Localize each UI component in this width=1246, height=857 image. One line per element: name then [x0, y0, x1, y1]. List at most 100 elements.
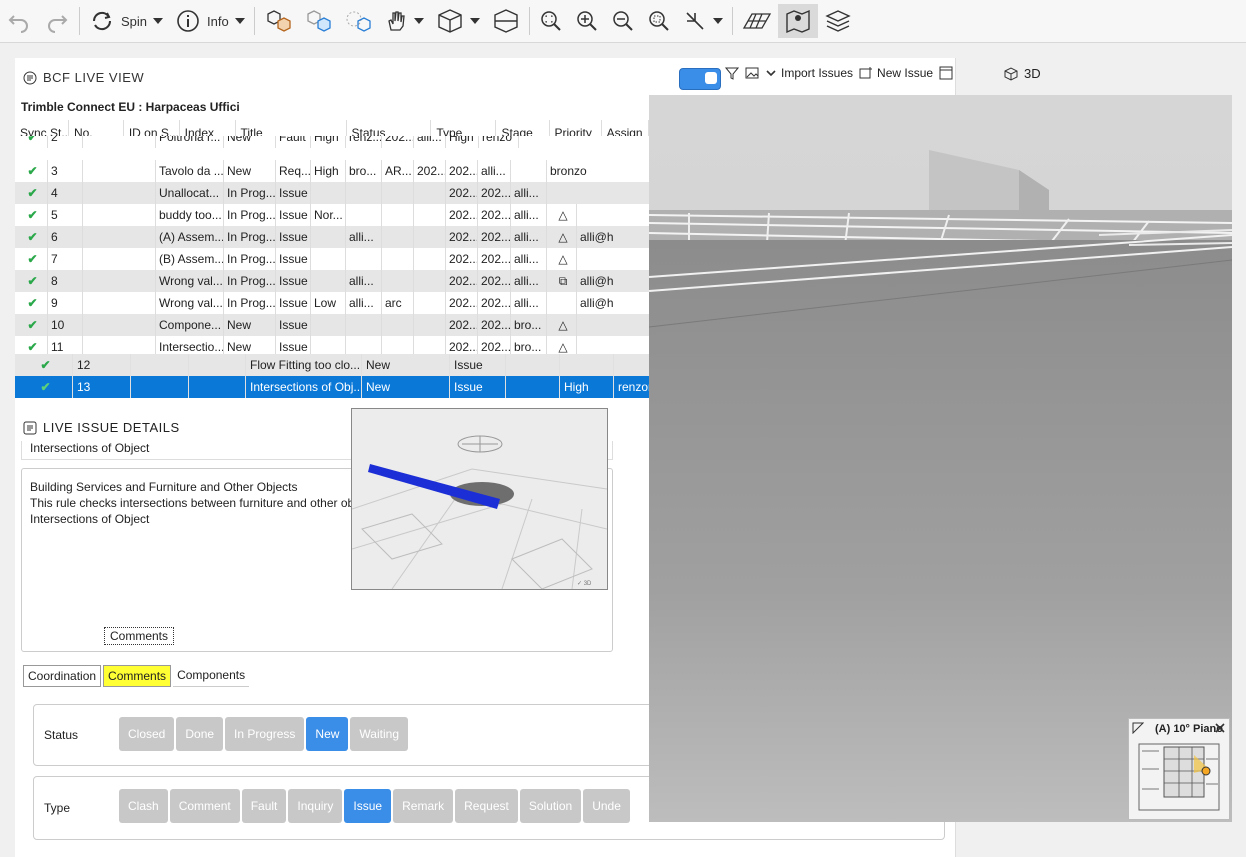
window-icon — [939, 66, 953, 80]
table-row-selected[interactable]: ✔ 13 Intersections of Obj... New Issue H… — [15, 376, 649, 398]
status-new-button[interactable]: New — [306, 717, 349, 751]
type-fault-button[interactable]: Fault — [241, 789, 287, 823]
view-cube-dropdown[interactable] — [430, 4, 486, 38]
cube-icon — [438, 9, 462, 33]
table-row[interactable]: ✔ 8 Wrong val... In Prog... Issue alli..… — [15, 270, 649, 292]
status-waiting-button[interactable]: Waiting — [350, 717, 408, 751]
chevron-down-icon — [712, 18, 723, 24]
details-icon — [23, 421, 37, 434]
bcf-panel-header: BCF LIVE VIEW — [23, 70, 144, 85]
section-box-button[interactable] — [486, 4, 526, 38]
floor-plan-minimap[interactable]: (A) 10° Piano — [1128, 718, 1230, 820]
redo-button[interactable] — [38, 4, 76, 38]
zoom-selection-icon — [648, 11, 669, 31]
comments-link-label: Comments — [110, 629, 169, 643]
table-row[interactable]: ✔ 7 (B) Assem... In Prog... Issue 202...… — [15, 248, 649, 270]
filter-button[interactable] — [725, 66, 739, 80]
view-mode-indicator[interactable]: 3D — [1004, 66, 1041, 81]
bcf-actions: Import Issues New Issue — [725, 66, 953, 80]
type-undefined-button[interactable]: Unde — [583, 789, 630, 823]
filter-icon — [725, 67, 739, 80]
status-closed-button[interactable]: Closed — [119, 717, 175, 751]
chevron-down-icon — [153, 18, 164, 24]
type-remark-button[interactable]: Remark — [393, 789, 454, 823]
table-row[interactable]: ✔ 9 Wrong val... In Prog... Issue Low al… — [15, 292, 649, 314]
select-object-button[interactable] — [338, 4, 378, 38]
info-dropdown[interactable]: Info — [169, 4, 251, 38]
synced-check-icon: ✔ — [15, 270, 48, 292]
import-issues-button[interactable]: Import Issues — [765, 66, 853, 80]
type-issue-button[interactable]: Issue — [344, 789, 392, 823]
zoom-out-button[interactable] — [605, 4, 641, 38]
measure-dropdown[interactable] — [677, 4, 729, 38]
attachment-icon[interactable]: ⧉ — [547, 270, 577, 292]
issue-snapshot-thumbnail[interactable]: ✓ 3D — [351, 408, 608, 590]
new-issue-label: New Issue — [877, 66, 934, 80]
grid-plane-icon — [742, 13, 771, 29]
synced-check-icon: ✔ — [15, 354, 73, 376]
import-issues-label: Import Issues — [781, 66, 854, 80]
grid-plane-button[interactable] — [736, 4, 778, 38]
tab-components[interactable]: Components — [173, 665, 250, 687]
type-comment-button[interactable]: Comment — [169, 789, 240, 823]
table-row[interactable]: ✔ 3 Tavolo da ... New Req... High bro...… — [15, 160, 649, 182]
chevron-down-icon — [413, 18, 424, 24]
spin-icon — [92, 11, 112, 31]
snapshot-button[interactable] — [745, 66, 759, 80]
warning-icon[interactable]: △ — [547, 204, 577, 226]
cube-small-icon — [1004, 66, 1018, 81]
hand-icon — [387, 11, 405, 31]
warning-icon[interactable]: △ — [547, 226, 577, 248]
type-label: Type — [44, 801, 71, 815]
type-clash-button[interactable]: Clash — [119, 789, 168, 823]
table-row[interactable]: ✔ 5 buddy too... In Prog... Issue Nor...… — [15, 204, 649, 226]
3d-viewport[interactable] — [649, 95, 1232, 822]
undo-button[interactable] — [0, 4, 38, 38]
table-row[interactable]: ✔ 12 Flow Fitting too clo... New Issue — [15, 354, 649, 376]
close-icon[interactable] — [1214, 722, 1226, 734]
map-view-button[interactable] — [777, 4, 818, 38]
synced-check-icon: ✔ — [15, 314, 48, 336]
synced-check-icon: ✔ — [15, 226, 48, 248]
tab-coordination[interactable]: Coordination — [23, 665, 102, 687]
status-done-button[interactable]: Done — [176, 717, 224, 751]
table-row[interactable]: ✔ 10 Compone... New Issue 202... 202... … — [15, 314, 649, 336]
chevron-down-icon — [469, 18, 480, 24]
type-request-button[interactable]: Request — [455, 789, 518, 823]
details-tabs: Coordination Comments Components — [23, 665, 250, 687]
cube-select-icon — [346, 11, 371, 32]
measure-icon — [686, 12, 704, 30]
table-row[interactable]: ✔ 4 Unallocat... In Prog... Issue 202...… — [15, 182, 649, 204]
warning-icon[interactable]: △ — [547, 314, 577, 336]
zoom-selection-button[interactable] — [641, 4, 677, 38]
comments-link-button[interactable]: Comments — [104, 627, 175, 645]
spin-label: Spin — [121, 13, 148, 29]
warning-icon[interactable]: △ — [547, 248, 577, 270]
maximize-panel-button[interactable] — [939, 66, 953, 80]
issue-details-title: LIVE ISSUE DETAILS — [43, 420, 180, 435]
type-inquiry-button[interactable]: Inquiry — [288, 789, 343, 823]
layers-button[interactable] — [818, 4, 858, 38]
chevron-down-icon — [766, 70, 776, 77]
table-row[interactable]: ✔ 2 Poltrona r... New Fault High renz...… — [15, 136, 649, 148]
tab-comments[interactable]: Comments — [103, 665, 172, 687]
isolate-objects-button[interactable] — [298, 4, 338, 38]
layers-icon — [825, 10, 851, 32]
zoom-fit-button[interactable] — [533, 4, 569, 38]
status-in-progress-button[interactable]: In Progress — [225, 717, 305, 751]
hand-dropdown[interactable] — [378, 4, 430, 38]
zoom-out-icon — [612, 11, 633, 31]
type-solution-button[interactable]: Solution — [519, 789, 582, 823]
table-row[interactable]: ✔ 6 (A) Assem... In Prog... Issue alli..… — [15, 226, 649, 248]
synced-check-icon: ✔ — [15, 182, 48, 204]
undo-icon — [8, 15, 28, 33]
new-issue-button[interactable]: New Issue — [859, 66, 933, 80]
bcf-icon — [23, 71, 37, 84]
info-icon — [177, 10, 199, 32]
zoom-in-button[interactable] — [569, 4, 605, 38]
spin-dropdown[interactable]: Spin — [83, 4, 169, 38]
viewport-scene — [649, 95, 1232, 822]
live-sync-toggle[interactable] — [679, 68, 721, 90]
chevron-down-icon — [234, 18, 245, 24]
show-objects-button[interactable] — [258, 4, 298, 38]
